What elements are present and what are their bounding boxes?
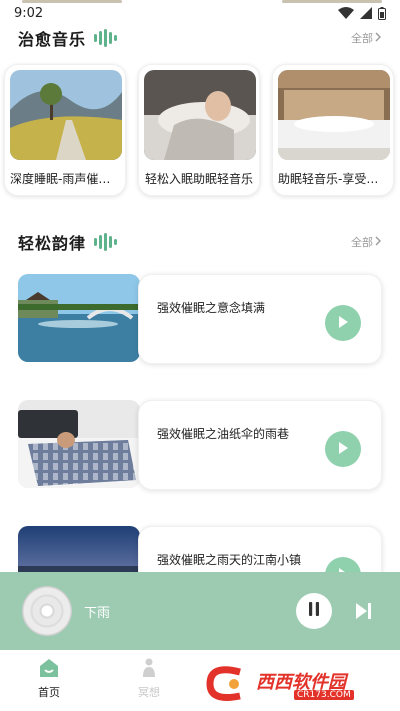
meditation-icon bbox=[139, 658, 159, 681]
play-icon bbox=[336, 440, 350, 459]
album-disc-icon[interactable] bbox=[22, 586, 72, 636]
album-cover-landscape bbox=[10, 70, 122, 160]
chevron-right-icon bbox=[375, 32, 382, 45]
album-cover-sleeping-person bbox=[144, 70, 256, 160]
pause-icon bbox=[307, 601, 321, 621]
home-icon bbox=[38, 658, 60, 681]
now-playing-title: 下雨 bbox=[84, 606, 111, 621]
track-item[interactable]: 强效催眠之油纸伞的雨巷 bbox=[18, 400, 382, 490]
section-title-healing: 治愈音乐 bbox=[18, 26, 118, 50]
album-cover-bedroom bbox=[278, 70, 390, 160]
status-icons bbox=[338, 6, 386, 20]
skip-next-button[interactable] bbox=[352, 600, 374, 622]
status-bar: 9:02 bbox=[0, 0, 400, 26]
album-card[interactable]: 深度睡眠-雨声催眠曲 bbox=[4, 64, 126, 196]
watermark-logo: 西西软件园 CR173.COM bbox=[200, 664, 382, 704]
see-all-rhythm-link[interactable]: 全部 bbox=[351, 234, 382, 250]
battery-icon bbox=[378, 6, 386, 20]
album-carousel[interactable]: 深度睡眠-雨声催眠曲 轻松入眠助眠轻音乐 助眠轻音乐-享受好梦 bbox=[4, 64, 396, 196]
track-cover-lake-bridge bbox=[18, 274, 140, 362]
watermark-url: CR173.COM bbox=[294, 690, 354, 700]
nav-tab-meditate[interactable]: 冥想 bbox=[119, 658, 179, 700]
section-header-healing: 治愈音乐 全部 bbox=[18, 26, 382, 50]
mini-player[interactable]: 下雨 bbox=[0, 572, 400, 650]
section-header-rhythm: 轻松韵律 全部 bbox=[18, 230, 382, 254]
track-cover-bed-sleeper bbox=[18, 400, 140, 488]
see-all-healing-link[interactable]: 全部 bbox=[351, 30, 382, 46]
track-card[interactable]: 强效催眠之油纸伞的雨巷 bbox=[138, 400, 382, 490]
sound-wave-icon bbox=[94, 29, 118, 47]
track-title: 强效催眠之意念填满 bbox=[157, 301, 266, 315]
section-title-rhythm: 轻松韵律 bbox=[18, 230, 118, 254]
play-button[interactable] bbox=[325, 305, 361, 341]
signal-icon bbox=[360, 7, 372, 19]
album-card[interactable]: 轻松入眠助眠轻音乐 bbox=[138, 64, 260, 196]
album-title: 助眠轻音乐-享受好梦 bbox=[278, 172, 388, 186]
track-title: 强效催眠之油纸伞的雨巷 bbox=[157, 427, 290, 441]
album-title: 深度睡眠-雨声催眠曲 bbox=[10, 172, 120, 186]
track-item[interactable]: 强效催眠之意念填满 bbox=[18, 274, 382, 364]
sound-wave-icon bbox=[94, 233, 118, 251]
nav-tab-home[interactable]: 首页 bbox=[19, 658, 79, 700]
album-card[interactable]: 助眠轻音乐-享受好梦 bbox=[272, 64, 394, 196]
pause-button[interactable] bbox=[296, 593, 332, 629]
chevron-right-icon bbox=[375, 236, 382, 249]
play-button[interactable] bbox=[325, 431, 361, 467]
track-card[interactable]: 强效催眠之意念填满 bbox=[138, 274, 382, 364]
album-title: 轻松入眠助眠轻音乐 bbox=[144, 172, 253, 186]
status-time: 9:02 bbox=[14, 5, 44, 21]
skip-next-icon bbox=[352, 603, 374, 626]
track-title: 强效催眠之雨天的江南小镇 bbox=[157, 553, 302, 567]
wifi-icon bbox=[338, 7, 354, 19]
play-icon bbox=[336, 314, 350, 333]
